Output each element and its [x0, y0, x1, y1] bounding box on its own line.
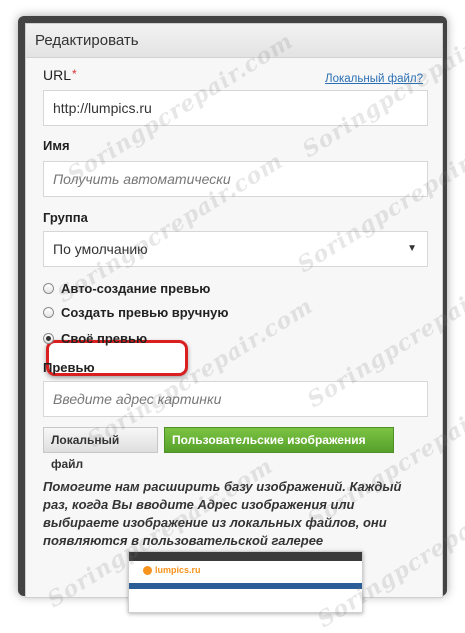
preview-thumbnail: lumpics.ru	[128, 551, 363, 613]
chevron-down-icon: ▼	[407, 243, 417, 254]
radio-auto-preview[interactable]: Авто-создание превью	[43, 281, 210, 296]
radio-icon[interactable]	[43, 283, 54, 294]
required-mark: *	[72, 67, 77, 81]
url-label-text: URL	[43, 67, 72, 83]
name-input[interactable]: Получить автоматически	[43, 161, 428, 197]
radio-custom-preview-label: Своё превью	[61, 331, 148, 346]
group-select[interactable]: По умолчанию ▼	[43, 231, 428, 267]
local-file-button[interactable]: Локальный файл	[43, 427, 158, 471]
url-label: URL*	[43, 67, 77, 83]
preview-url-input[interactable]: Введите адрес картинки	[43, 381, 428, 417]
dialog-content: URL* Локальный файл? http://lumpics.ru И…	[25, 23, 441, 613]
radio-checked-icon[interactable]	[43, 333, 54, 344]
radio-manual-preview-label: Создать превью вручную	[61, 305, 229, 320]
user-images-button[interactable]: Пользовательские изображения	[164, 427, 394, 453]
thumbnail-nav-bar	[129, 583, 362, 589]
radio-icon[interactable]	[43, 307, 54, 318]
thumbnail-browser-bar	[129, 552, 362, 561]
preview-label: Превью	[43, 360, 95, 375]
help-text: Помогите нам расширить базу изображений.…	[43, 479, 402, 548]
url-input[interactable]: http://lumpics.ru	[43, 90, 428, 126]
local-file-link[interactable]: Локальный файл?	[325, 73, 423, 85]
thumbnail-logo: lumpics.ru	[143, 565, 201, 576]
group-selected-value: По умолчанию	[53, 241, 148, 257]
name-label: Имя	[43, 138, 70, 153]
radio-custom-preview[interactable]: Своё превью	[43, 331, 147, 346]
thumbnail-logo-text: lumpics.ru	[155, 565, 201, 575]
radio-manual-preview[interactable]: Создать превью вручную	[43, 305, 229, 320]
group-label: Группа	[43, 210, 88, 225]
radio-auto-preview-label: Авто-создание превью	[61, 281, 211, 296]
